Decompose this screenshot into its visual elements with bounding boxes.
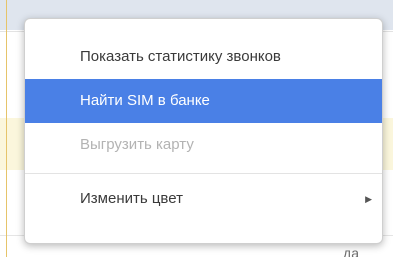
menu-item-change-color[interactable]: Изменить цвет ▶ — [25, 177, 382, 221]
chevron-right-icon: ▶ — [365, 194, 372, 204]
background-page: да Показать статистику звонков Найти SIM… — [0, 0, 393, 257]
menu-item-show-call-stats[interactable]: Показать статистику звонков — [25, 35, 382, 79]
menu-separator — [25, 173, 382, 174]
menu-item-label: Показать статистику звонков — [80, 48, 281, 65]
menu-item-export-card: Выгрузить карту — [25, 123, 382, 167]
menu-item-label: Изменить цвет — [80, 190, 183, 207]
context-menu: Показать статистику звонков Найти SIM в … — [24, 18, 383, 244]
menu-item-find-sim-in-bank[interactable]: Найти SIM в банке — [25, 79, 382, 123]
background-edge — [6, 0, 7, 257]
background-text: да — [343, 245, 359, 257]
menu-item-label: Найти SIM в банке — [80, 92, 210, 109]
menu-item-label: Выгрузить карту — [80, 136, 194, 153]
